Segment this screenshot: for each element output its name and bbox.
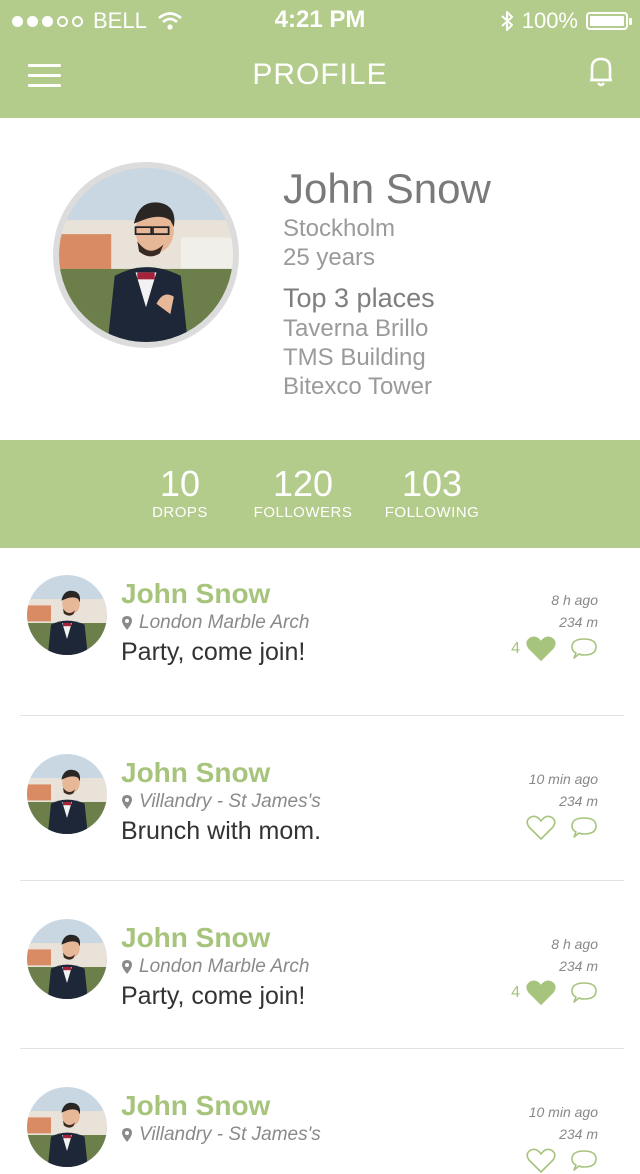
heart-icon <box>526 636 556 661</box>
status-bar: BELL 4:21 PM 100% <box>0 0 640 40</box>
top-place-item[interactable]: Taverna Brillo <box>283 314 491 343</box>
stat-label: FOLLOWERS <box>253 504 353 521</box>
post-actions: 4 <box>511 980 598 1006</box>
nav-bar: PROFILE <box>0 40 640 118</box>
post-author[interactable]: John Snow <box>121 757 270 789</box>
post-distance: 234 m <box>559 614 598 630</box>
like-count: 4 <box>511 984 520 1001</box>
comment-icon[interactable] <box>570 637 598 661</box>
stat-drops[interactable]: 10 DROPS <box>110 463 250 522</box>
location-pin-icon <box>122 960 132 974</box>
post-author[interactable]: John Snow <box>121 1090 270 1122</box>
stat-value: 103 <box>401 463 463 504</box>
post-author[interactable]: John Snow <box>121 922 270 954</box>
bell-icon[interactable] <box>588 56 614 88</box>
profile-age: 25 years <box>283 244 376 271</box>
profile-avatar[interactable] <box>53 162 239 348</box>
like-count: 4 <box>511 640 520 657</box>
post-location: London Marble Arch <box>121 956 309 978</box>
top-places-title: Top 3 places <box>283 283 435 313</box>
post-time: 10 min ago <box>528 1104 598 1120</box>
post-avatar[interactable] <box>27 919 107 999</box>
heart-icon <box>526 1148 556 1173</box>
profile-city: Stockholm <box>283 215 396 242</box>
like-button[interactable] <box>520 815 556 841</box>
stat-label: DROPS <box>152 504 208 521</box>
post-location-text: Villandry - St James's <box>139 791 321 812</box>
stat-value: 120 <box>272 463 334 504</box>
like-button[interactable]: 4 <box>511 980 556 1006</box>
post-distance: 234 m <box>559 1126 598 1142</box>
post-location-text: London Marble Arch <box>139 612 310 633</box>
profile-name: John Snow <box>283 165 491 212</box>
battery-icon <box>586 12 632 30</box>
post-message: Party, come join! <box>121 982 306 1010</box>
battery-percent: 100% <box>521 8 578 33</box>
post-time: 8 h ago <box>551 592 598 608</box>
top-place-item[interactable]: TMS Building <box>283 343 491 372</box>
post-message: Brunch with mom. <box>121 817 322 845</box>
post-avatar[interactable] <box>27 575 107 655</box>
location-pin-icon <box>122 795 132 809</box>
bluetooth-icon <box>501 11 513 31</box>
post-author[interactable]: John Snow <box>121 578 270 610</box>
post-actions <box>520 1148 598 1174</box>
header: BELL 4:21 PM 100% PROFILE <box>0 0 640 118</box>
stat-label: FOLLOWING <box>384 504 480 521</box>
post-actions <box>520 815 598 841</box>
top-place-item[interactable]: Bitexco Tower <box>283 372 491 401</box>
post-distance: 234 m <box>559 958 598 974</box>
location-pin-icon <box>122 616 132 630</box>
page-title: PROFILE <box>252 58 388 91</box>
comment-icon[interactable] <box>570 816 598 840</box>
post-distance: 234 m <box>559 793 598 809</box>
profile-card: John Snow Stockholm 25 years Top 3 place… <box>0 118 640 440</box>
post-time: 8 h ago <box>551 936 598 952</box>
feed-divider <box>20 880 624 881</box>
post-time: 10 min ago <box>528 771 598 787</box>
stat-value: 10 <box>159 463 201 504</box>
post-location: Villandry - St James's <box>121 1124 321 1146</box>
like-button[interactable] <box>520 1148 556 1174</box>
post-avatar[interactable] <box>27 1087 107 1167</box>
post-location-text: London Marble Arch <box>139 956 310 977</box>
like-button[interactable]: 4 <box>511 636 556 662</box>
feed-divider <box>20 715 624 716</box>
post-location: Villandry - St James's <box>121 791 321 813</box>
post-location: London Marble Arch <box>121 612 309 634</box>
heart-icon <box>526 815 556 840</box>
stat-following[interactable]: 103 FOLLOWING <box>362 463 502 522</box>
comment-icon[interactable] <box>570 981 598 1005</box>
post-message: Party, come join! <box>121 638 306 666</box>
comment-icon[interactable] <box>570 1149 598 1173</box>
post-avatar[interactable] <box>27 754 107 834</box>
post-actions: 4 <box>511 636 598 662</box>
location-pin-icon <box>122 1128 132 1142</box>
stats-bar: 10 DROPS 120 FOLLOWERS 103 FOLLOWING <box>0 440 640 548</box>
post-location-text: Villandry - St James's <box>139 1124 321 1145</box>
stat-followers[interactable]: 120 FOLLOWERS <box>233 463 373 522</box>
heart-icon <box>526 980 556 1005</box>
feed-divider <box>20 1048 624 1049</box>
